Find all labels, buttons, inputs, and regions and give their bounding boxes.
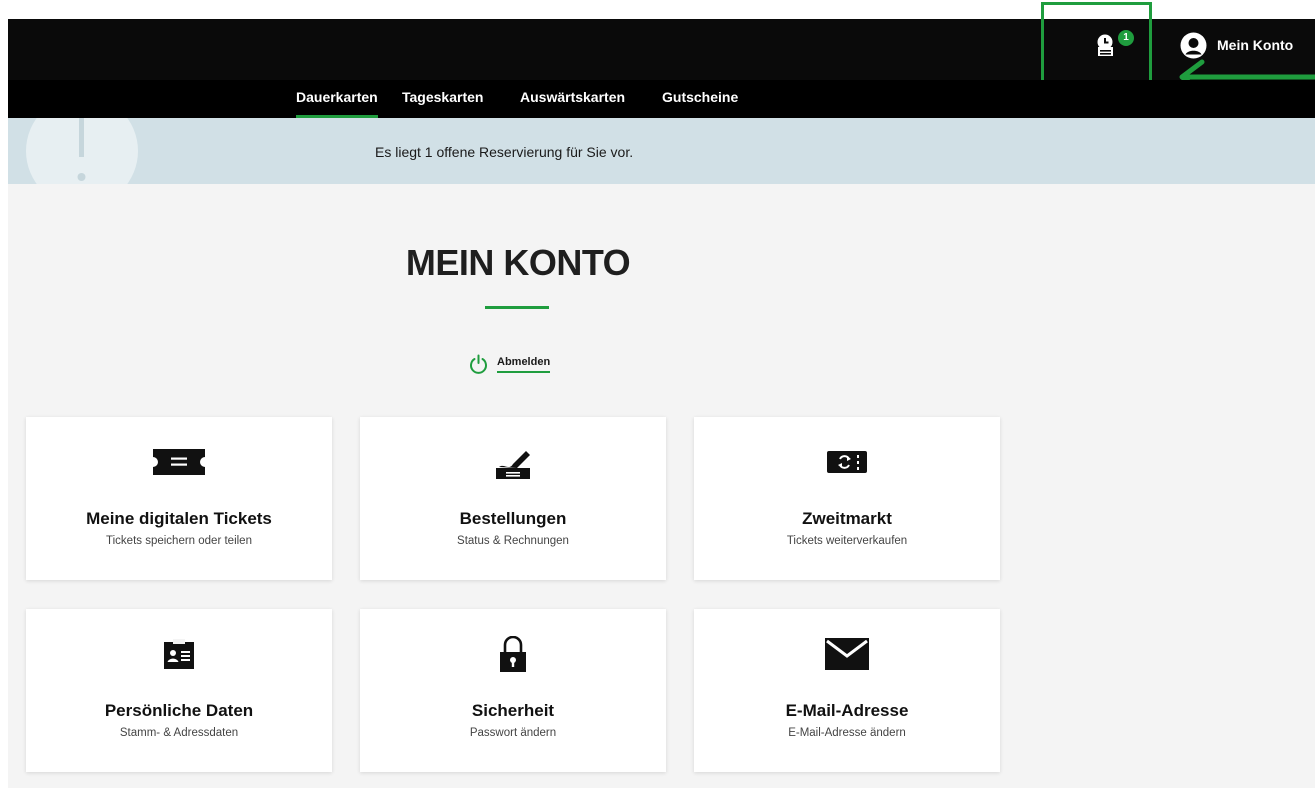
card-subtitle: Status & Rechnungen: [457, 535, 569, 547]
card-title: E-Mail-Adresse: [785, 701, 909, 720]
ticket-icon: [153, 449, 205, 475]
card-email[interactable]: E-Mail-Adresse E-Mail-Adresse ändern: [694, 609, 1000, 772]
card-subtitle: Tickets weiterverkaufen: [786, 535, 908, 547]
lock-icon: [500, 636, 526, 672]
envelope-icon: [825, 638, 869, 670]
title-underline: [485, 306, 549, 309]
card-title: Bestellungen: [459, 509, 567, 528]
nav-item-gutscheine[interactable]: Gutscheine: [662, 89, 738, 118]
card-security[interactable]: Sicherheit Passwort ändern: [360, 609, 666, 772]
card-secondary-market[interactable]: Zweitmarkt Tickets weiterverkaufen: [694, 417, 1000, 580]
alert-exclamation-icon: [26, 118, 138, 184]
id-card-icon: [164, 639, 194, 669]
account-label: Mein Konto: [1217, 37, 1294, 53]
power-icon: [470, 354, 487, 374]
card-subtitle: Tickets speichern oder teilen: [106, 535, 252, 547]
reservation-alert: Es liegt 1 offene Reservierung für Sie v…: [8, 118, 1315, 184]
card-digital-tickets[interactable]: Meine digitalen Tickets Tickets speicher…: [26, 417, 332, 580]
logout-button[interactable]: Abmelden: [468, 353, 551, 375]
resale-ticket-icon: [827, 451, 867, 473]
nav-item-dauerkarten[interactable]: Dauerkarten: [296, 89, 378, 118]
card-subtitle: E-Mail-Adresse ändern: [788, 727, 906, 739]
card-orders[interactable]: Bestellungen Status & Rechnungen: [360, 417, 666, 580]
page: 1 Mein Konto Dauerkarten Tageskarten Aus…: [8, 0, 1315, 788]
account-link[interactable]: Mein Konto: [1180, 31, 1293, 59]
nav-item-tageskarten[interactable]: Tageskarten: [402, 89, 483, 118]
card-personal-data[interactable]: Persönliche Daten Stamm- & Adressdaten: [26, 609, 332, 772]
main-nav: Dauerkarten Tageskarten Auswärtskarten G…: [8, 80, 1315, 118]
page-title: MEIN KONTO: [405, 242, 631, 283]
card-title: Zweitmarkt: [802, 509, 892, 528]
card-subtitle: Passwort ändern: [469, 727, 557, 739]
card-title: Persönliche Daten: [104, 701, 254, 720]
alert-message: Es liegt 1 offene Reservierung für Sie v…: [375, 144, 634, 160]
logout-label: Abmelden: [497, 356, 551, 373]
order-sign-icon: [496, 451, 530, 479]
avatar-icon: [1180, 32, 1207, 58]
card-title: Sicherheit: [471, 701, 555, 720]
card-subtitle: Stamm- & Adressdaten: [119, 727, 239, 739]
card-title: Meine digitalen Tickets: [86, 509, 272, 528]
nav-item-auswaertskarten[interactable]: Auswärtskarten: [520, 89, 625, 118]
